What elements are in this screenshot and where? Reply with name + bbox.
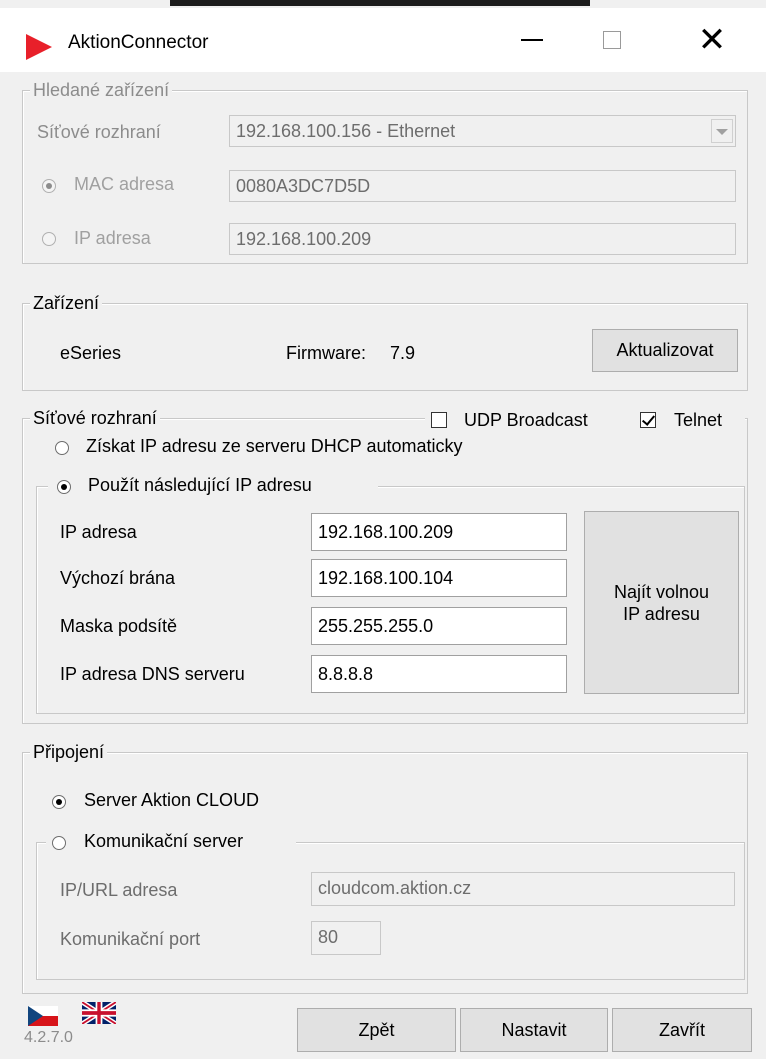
static-ip-radio[interactable] [57,480,71,494]
search-device-legend: Hledané zařízení [30,80,173,100]
maximize-icon [603,31,621,49]
port-field[interactable]: 80 [311,921,381,955]
network-legend: Síťové rozhraní [30,408,160,428]
dhcp-radio[interactable] [55,441,69,455]
url-label: IP/URL adresa [60,880,178,900]
subnet-mask-input[interactable]: 255.255.255.0 [311,607,567,645]
dhcp-label: Získat IP adresu ze serveru DHCP automat… [86,436,463,456]
device-legend: Zařízení [30,293,103,313]
telnet-checkbox[interactable] [640,412,656,428]
maximize-button[interactable] [572,8,652,72]
minimize-icon [521,39,543,41]
port-label: Komunikační port [60,929,201,949]
top-edge [0,0,766,8]
dns-input[interactable]: 8.8.8.8 [311,655,567,693]
mac-radio[interactable] [42,179,56,193]
gateway-input[interactable]: 192.168.100.104 [311,559,567,597]
static-ip-label: Použít následující IP adresu [88,475,312,495]
cloud-radio[interactable] [52,795,66,809]
firmware-value: 7.9 [390,343,416,363]
ip-label: IP adresa [74,228,151,248]
connection-legend: Připojení [30,742,108,762]
device-model: eSeries [60,343,122,363]
interface-label: Síťové rozhraní [37,122,161,142]
find-free-ip-button[interactable]: Najít volnou IP adresu [584,511,739,694]
cloud-label: Server Aktion CLOUD [84,790,260,810]
firmware-label: Firmware: [286,343,366,363]
back-button[interactable]: Zpět [297,1008,456,1052]
udp-broadcast-checkbox[interactable] [431,412,447,428]
interface-select[interactable]: 192.168.100.156 - Ethernet [229,115,736,147]
uk-flag-icon[interactable] [82,1002,116,1024]
ip-address-input[interactable]: 192.168.100.209 [311,513,567,551]
url-field[interactable]: cloudcom.aktion.cz [311,872,735,906]
update-button[interactable]: Aktualizovat [592,329,738,372]
find-free-ip-line1: Najít volnou [613,581,710,602]
telnet-label: Telnet [674,410,723,430]
window-title: AktionConnector [68,32,209,53]
ip-search-field[interactable]: 192.168.100.209 [229,223,736,255]
udp-broadcast-label: UDP Broadcast [464,410,588,430]
chevron-down-icon[interactable] [711,119,733,143]
subnet-mask-label: Maska podsítě [60,616,178,636]
version-label: 4.2.7.0 [24,1029,73,1046]
minimize-button[interactable] [492,8,572,72]
interface-select-value: 192.168.100.156 - Ethernet [236,121,456,141]
comm-server-group [36,842,745,980]
comm-server-radio[interactable] [52,836,66,850]
comm-server-label: Komunikační server [84,831,244,851]
close-icon: ✕ [697,21,727,59]
ip-address-label: IP adresa [60,522,137,542]
czech-flag-icon[interactable] [28,1006,58,1026]
mac-label: MAC adresa [74,174,175,194]
close-window-button[interactable]: ✕ [672,8,752,72]
set-button[interactable]: Nastavit [460,1008,608,1052]
close-button[interactable]: Zavřít [612,1008,752,1052]
mac-field[interactable]: 0080A3DC7D5D [229,170,736,202]
find-free-ip-line2: IP adresu [623,603,700,624]
gateway-label: Výchozí brána [60,568,176,588]
app-logo-icon [26,34,52,60]
dns-label: IP adresa DNS serveru [60,664,245,684]
ip-radio[interactable] [42,232,56,246]
